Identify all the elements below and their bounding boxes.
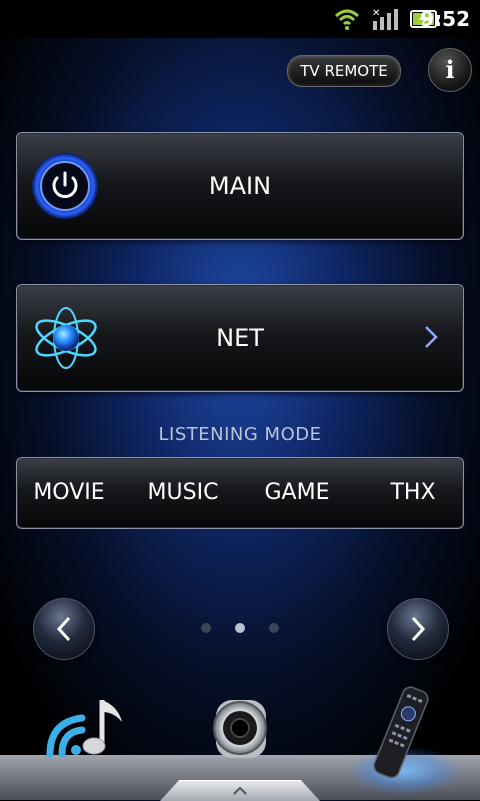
mode-thx-button[interactable]: THX [365,458,461,528]
clock: 9:52 [420,7,470,31]
svg-text:✕: ✕ [372,8,380,19]
chevron-right-icon [411,616,426,642]
chevron-right-icon [425,326,438,348]
network-music-icon[interactable] [40,692,140,762]
speaker-icon[interactable] [206,694,274,762]
page-indicator-dot [269,623,279,633]
main-zone-label: MAIN [208,172,272,200]
status-bar: ✕ 9:52 [0,0,480,38]
mode-game-button[interactable]: GAME [245,458,349,528]
previous-page-button[interactable] [33,598,95,660]
info-button[interactable]: i [428,48,472,92]
chevron-left-icon [56,616,71,642]
listening-mode-title: LISTENING MODE [158,424,322,445]
page-indicator-dot-active [235,623,245,633]
chevron-up-icon [233,786,247,795]
main-zone-button[interactable]: MAIN [16,132,464,240]
net-zone-label: NET [216,324,264,352]
remote-control-icon[interactable] [370,682,430,782]
wifi-icon [334,9,360,30]
listening-mode-bar: MOVIE MUSIC GAME THX [16,457,464,529]
mode-movie-button[interactable]: MOVIE [17,458,121,528]
next-page-button[interactable] [387,598,449,660]
net-zone-button[interactable]: NET [16,284,464,392]
page-indicator-dot [201,623,211,633]
tv-remote-button[interactable]: TV REMOTE [287,55,401,87]
mode-music-button[interactable]: MUSIC [129,458,237,528]
signal-icon: ✕ [372,8,398,30]
